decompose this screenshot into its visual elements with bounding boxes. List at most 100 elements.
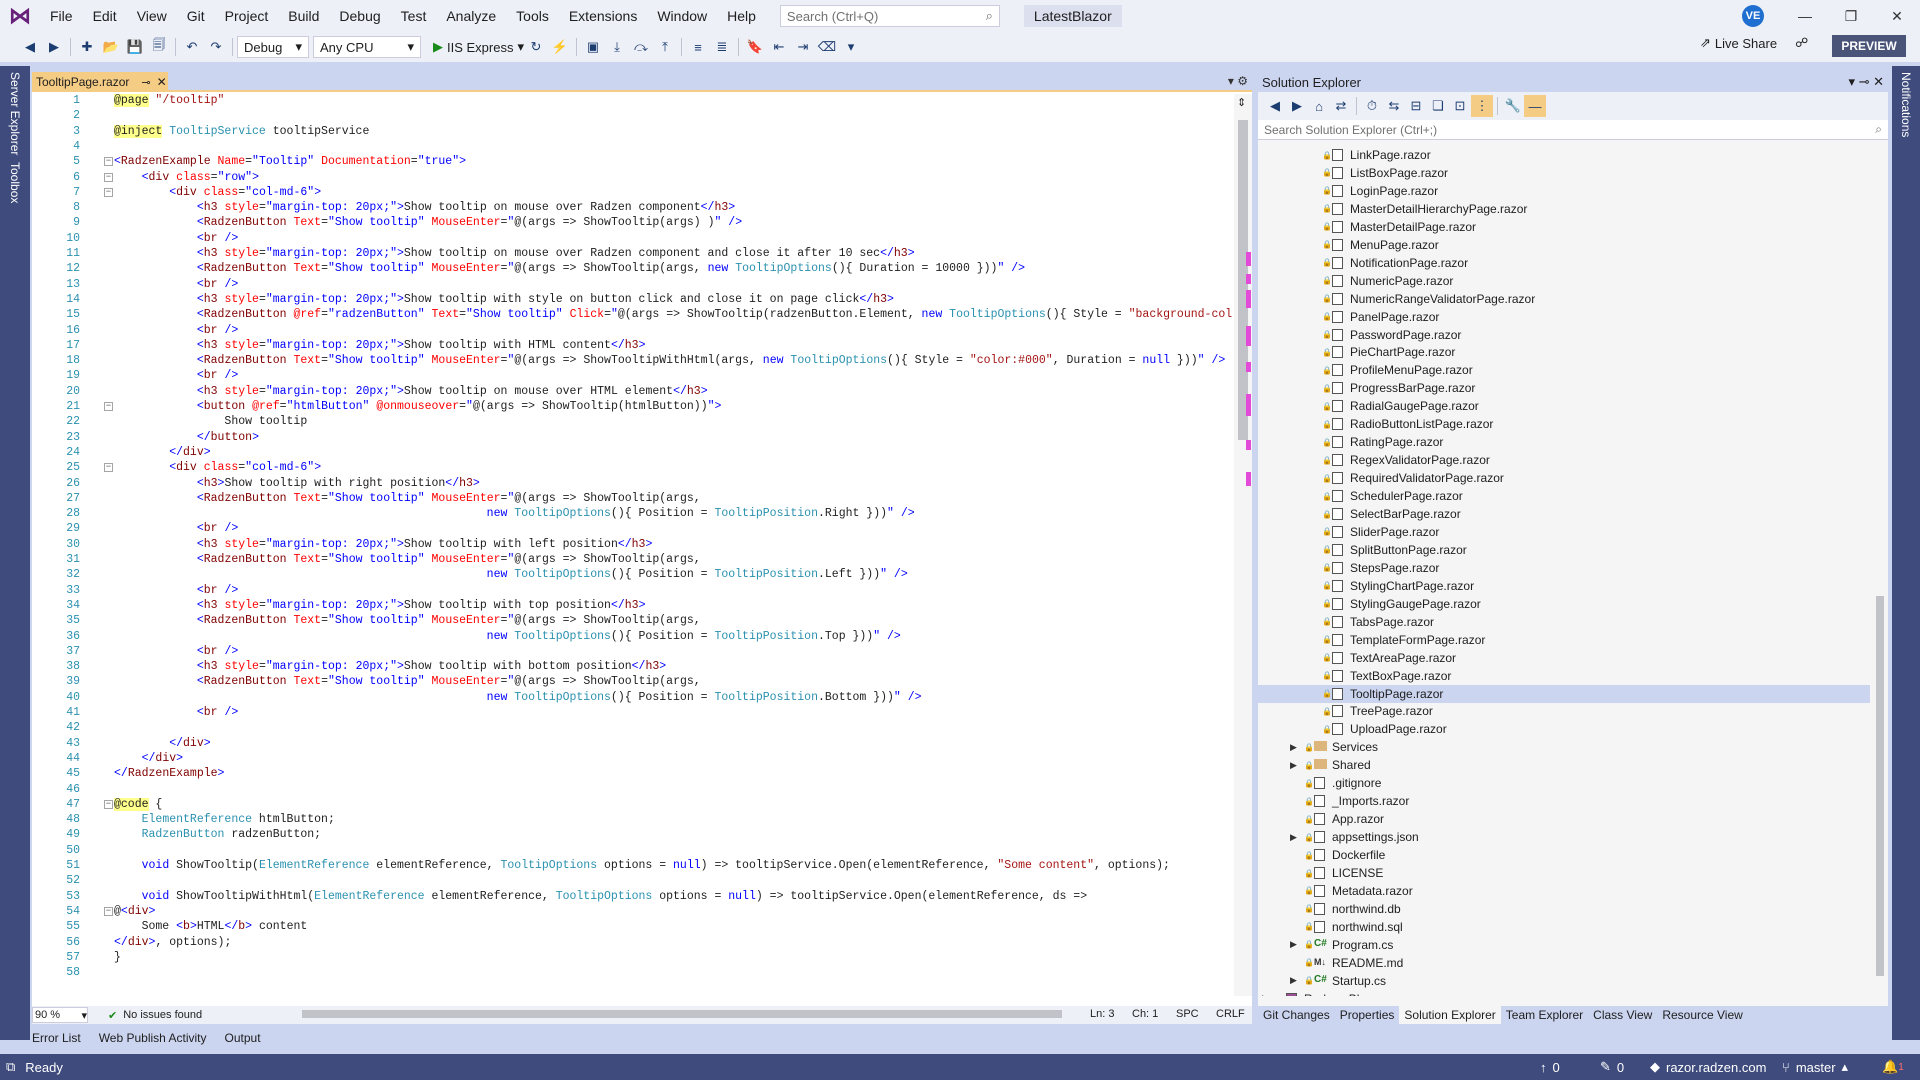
code-line[interactable]: 4 bbox=[32, 140, 1232, 155]
code-line[interactable]: 3 @inject TooltipService tooltipService bbox=[32, 124, 1232, 140]
redo-icon[interactable]: ↷ bbox=[204, 36, 228, 58]
tree-item[interactable]: 🔒 RadialGaugePage.razor bbox=[1258, 397, 1870, 415]
tree-item[interactable]: 🔒 LoginPage.razor bbox=[1258, 182, 1870, 200]
tree-item[interactable]: 🔒 SchedulerPage.razor bbox=[1258, 487, 1870, 505]
tree-item[interactable]: 🔒 northwind.sql bbox=[1258, 918, 1870, 936]
tree-item[interactable]: 🔒 LICENSE bbox=[1258, 864, 1870, 882]
forward-icon[interactable]: ▶ bbox=[42, 36, 66, 58]
code-line[interactable]: 7 − <div class="col-md-6"> bbox=[32, 186, 1232, 201]
code-line[interactable]: 41 <br /> bbox=[32, 706, 1232, 721]
step-out-icon[interactable]: ⤒ bbox=[653, 36, 677, 58]
clear-bookmarks-icon[interactable]: ⌫ bbox=[815, 36, 839, 58]
code-line[interactable]: 16 <br /> bbox=[32, 324, 1232, 339]
code-line[interactable]: 55 Some <b>HTML</b> content bbox=[32, 920, 1232, 935]
collapse-icon[interactable]: − bbox=[104, 157, 113, 167]
tab-git-changes[interactable]: Git Changes bbox=[1258, 1006, 1335, 1024]
code-line[interactable]: 12 <RadzenButton Text="Show tooltip" Mou… bbox=[32, 262, 1232, 277]
publish-indicator[interactable]: ↑ 0 bbox=[1540, 1060, 1560, 1075]
save-icon[interactable]: 💾 bbox=[123, 36, 147, 58]
bookmark-icon[interactable]: 🔖 bbox=[743, 36, 767, 58]
code-line[interactable]: 5 − <RadzenExample Name="Tooltip" Document… bbox=[32, 155, 1232, 170]
code-line[interactable]: 22 Show tooltip bbox=[32, 415, 1232, 430]
expand-arrow-icon[interactable]: ▶ bbox=[1290, 975, 1300, 986]
code-line[interactable]: 51 void ShowTooltip(ElementReference ele… bbox=[32, 859, 1232, 874]
eol-indicator[interactable]: CRLF bbox=[1216, 1008, 1245, 1020]
spacing-indicator[interactable]: SPC bbox=[1176, 1008, 1199, 1020]
collapse-icon[interactable]: − bbox=[104, 906, 113, 916]
tree-item[interactable]: 🔒 Metadata.razor bbox=[1258, 882, 1870, 900]
tree-item[interactable]: 🔒 TabsPage.razor bbox=[1258, 613, 1870, 631]
preview-selected-icon[interactable]: ⊡ bbox=[1449, 95, 1471, 117]
code-line[interactable]: 46 bbox=[32, 783, 1232, 798]
tab-overflow-icon[interactable]: ▾ ⚙ bbox=[1228, 74, 1248, 88]
changes-indicator[interactable]: ✎ 0 bbox=[1600, 1059, 1624, 1075]
minimize-icon[interactable]: — bbox=[1782, 0, 1828, 32]
editor-horizontal-scrollbar[interactable] bbox=[302, 1010, 1062, 1018]
configuration-dropdown[interactable]: Debug ▾ bbox=[237, 36, 309, 58]
feedback-icon[interactable]: ☍ bbox=[1795, 35, 1808, 51]
menu-test[interactable]: Test bbox=[391, 0, 437, 32]
tree-item[interactable]: 🔒 StepsPage.razor bbox=[1258, 559, 1870, 577]
menu-project[interactable]: Project bbox=[215, 0, 279, 32]
tree-item[interactable]: 🔒 TextBoxPage.razor bbox=[1258, 667, 1870, 685]
code-line[interactable]: 47 − @code { bbox=[32, 797, 1232, 813]
code-line[interactable]: 54 − @<div> bbox=[32, 905, 1232, 920]
tree-item[interactable]: 🔒 StylingChartPage.razor bbox=[1258, 577, 1870, 595]
scrollbar-thumb[interactable] bbox=[1876, 596, 1884, 976]
pin-icon[interactable]: ⊸ bbox=[141, 76, 150, 89]
save-all-icon[interactable]: 🗐 bbox=[147, 36, 171, 58]
tab-web-publish-activity[interactable]: Web Publish Activity bbox=[97, 1031, 209, 1045]
tree-item[interactable]: 🔒 MasterDetailPage.razor bbox=[1258, 218, 1870, 236]
code-line[interactable]: 33 <br /> bbox=[32, 584, 1232, 599]
code-line[interactable]: 52 bbox=[32, 874, 1232, 889]
code-line[interactable]: 44 </div> bbox=[32, 752, 1232, 767]
restore-icon[interactable]: ❐ bbox=[1828, 0, 1874, 32]
code-line[interactable]: 10 <br /> bbox=[32, 232, 1232, 247]
run-button[interactable]: ▶ IIS Express ▾ bbox=[433, 39, 524, 55]
code-line[interactable]: 18 <RadzenButton Text="Show tooltip" Mou… bbox=[32, 354, 1232, 369]
code-line[interactable]: 30 <h3 style="margin-top: 20px;">Show to… bbox=[32, 538, 1232, 553]
live-share-button[interactable]: ⇗ Live Share ☍ bbox=[1700, 35, 1808, 51]
prev-bookmark-icon[interactable]: ⇤ bbox=[767, 36, 791, 58]
tree-item[interactable]: 🔒 northwind.db bbox=[1258, 900, 1870, 918]
code-line[interactable]: 15 <RadzenButton @ref="radzenButton" Tex… bbox=[32, 308, 1232, 323]
menu-edit[interactable]: Edit bbox=[83, 0, 127, 32]
tree-item[interactable]: 🔒 PieChartPage.razor bbox=[1258, 343, 1870, 361]
code-line[interactable]: 40 new TooltipOptions(){ Position = Tool… bbox=[32, 691, 1232, 706]
code-line[interactable]: 29 <br /> bbox=[32, 522, 1232, 537]
panel-window-controls-icon[interactable]: ▾ ⊸ ✕ bbox=[1848, 74, 1884, 90]
tab-output[interactable]: Output bbox=[223, 1031, 263, 1045]
sync-icon[interactable]: ⇆ bbox=[1383, 95, 1405, 117]
tab-tooltip-page[interactable]: TooltipPage.razor ⊸ ✕ bbox=[32, 72, 168, 92]
code-line[interactable]: 20 <h3 style="margin-top: 20px;">Show to… bbox=[32, 385, 1232, 400]
notifications-tab[interactable]: Notifications bbox=[1899, 72, 1913, 137]
tree-item[interactable]: ▶ 🔒 C# Startup.cs bbox=[1258, 972, 1870, 990]
tree-item[interactable]: ▶ 🔒 Shared bbox=[1258, 756, 1870, 774]
toolbox-tab[interactable]: Toolbox bbox=[8, 162, 22, 203]
pending-changes-filter-icon[interactable]: ⏱ bbox=[1361, 95, 1383, 117]
code-line[interactable]: 26 <h3>Show tooltip with right position<… bbox=[32, 477, 1232, 492]
uncomment-icon[interactable]: ≣ bbox=[710, 36, 734, 58]
code-line[interactable]: 53 void ShowTooltipWithHtml(ElementRefer… bbox=[32, 890, 1232, 905]
expand-arrow-icon[interactable]: ▶ bbox=[1290, 760, 1300, 771]
tree-item[interactable]: 🔒 Dockerfile bbox=[1258, 846, 1870, 864]
tab-team-explorer[interactable]: Team Explorer bbox=[1501, 1006, 1588, 1024]
toolbar-overflow-icon[interactable]: ▾ bbox=[839, 36, 863, 58]
tree-item[interactable]: 🔒 TextAreaPage.razor bbox=[1258, 649, 1870, 667]
menu-help[interactable]: Help bbox=[717, 0, 766, 32]
code-line[interactable]: 34 <h3 style="margin-top: 20px;">Show to… bbox=[32, 599, 1232, 614]
code-line[interactable]: 35 <RadzenButton Text="Show tooltip" Mou… bbox=[32, 614, 1232, 629]
collapse-icon[interactable]: − bbox=[104, 402, 113, 411]
tree-item[interactable]: 🔒 PasswordPage.razor bbox=[1258, 326, 1870, 344]
tree-item[interactable]: ▶ Radzen.Blazor bbox=[1258, 990, 1870, 996]
tab-resource-view[interactable]: Resource View bbox=[1657, 1006, 1747, 1024]
tree-item[interactable]: 🔒 ProfileMenuPage.razor bbox=[1258, 361, 1870, 379]
expand-arrow-icon[interactable]: ▶ bbox=[1290, 832, 1300, 843]
tree-item[interactable]: 🔒 NumericPage.razor bbox=[1258, 272, 1870, 290]
search-input[interactable]: Search (Ctrl+Q) ⌕ bbox=[779, 5, 1000, 27]
tree-item[interactable]: 🔒 TooltipPage.razor bbox=[1258, 684, 1870, 703]
show-all-files-icon[interactable]: ❏ bbox=[1427, 95, 1449, 117]
code-line[interactable]: 48 ElementReference htmlButton; bbox=[32, 813, 1232, 828]
collapse-icon[interactable]: − bbox=[104, 172, 113, 182]
tree-item[interactable]: 🔒 SliderPage.razor bbox=[1258, 523, 1870, 541]
